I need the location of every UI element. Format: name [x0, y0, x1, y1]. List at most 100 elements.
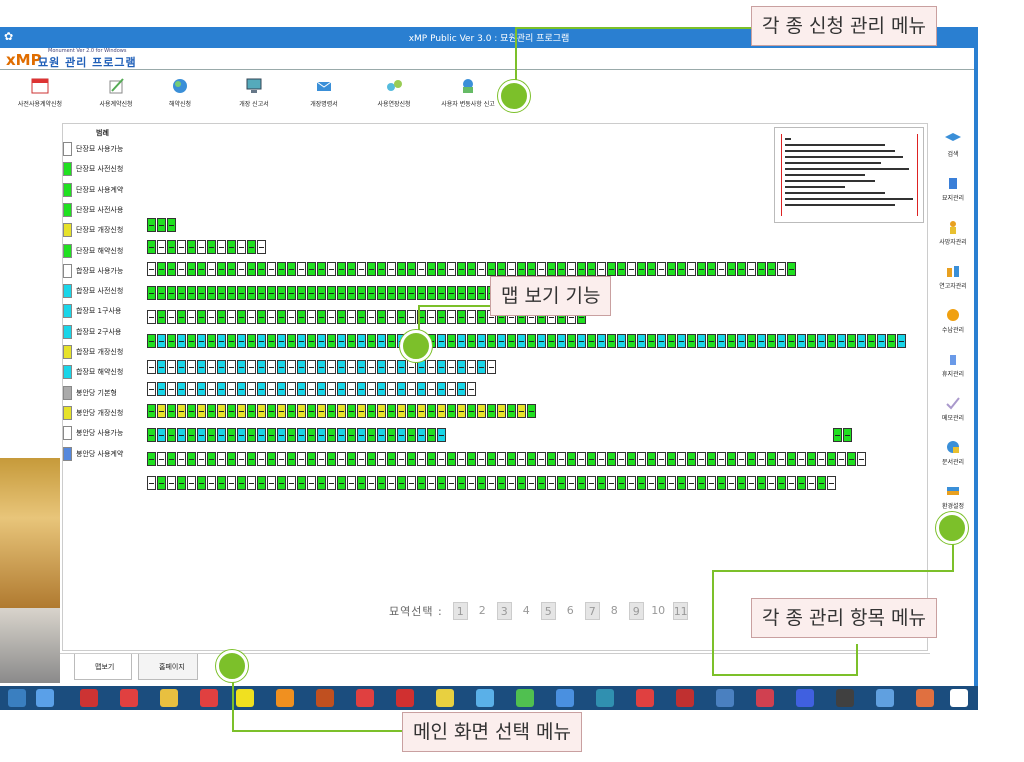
plot-cell[interactable] — [167, 404, 176, 418]
plot-cell[interactable] — [227, 428, 236, 442]
plot-cell[interactable] — [287, 452, 296, 466]
app-icon[interactable] — [120, 689, 138, 707]
plot-cell[interactable] — [227, 382, 236, 396]
plot-cell[interactable] — [197, 334, 206, 348]
folder-icon[interactable] — [160, 689, 178, 707]
plot-cell[interactable] — [387, 428, 396, 442]
plot-cell[interactable] — [587, 334, 596, 348]
plot-cell[interactable] — [297, 452, 306, 466]
plot-cell[interactable] — [277, 286, 286, 300]
plot-cell[interactable] — [447, 382, 456, 396]
plot-cell[interactable] — [497, 334, 506, 348]
plot-cell[interactable] — [187, 334, 196, 348]
plot-cell[interactable] — [767, 262, 776, 276]
plot-cell[interactable] — [717, 476, 726, 490]
plot-cell[interactable] — [637, 334, 646, 348]
plot-cell[interactable] — [527, 334, 536, 348]
plot-cell[interactable] — [307, 476, 316, 490]
plot-cell[interactable] — [727, 452, 736, 466]
plot-cell[interactable] — [397, 262, 406, 276]
plot-cell[interactable] — [207, 382, 216, 396]
app-icon[interactable] — [950, 689, 968, 707]
plot-cell[interactable] — [237, 428, 246, 442]
plot-cell[interactable] — [587, 452, 596, 466]
plot-cell[interactable] — [217, 382, 226, 396]
plot-cell[interactable] — [367, 476, 376, 490]
plot-cell[interactable] — [347, 286, 356, 300]
plot-cell[interactable] — [597, 334, 606, 348]
plot-cell[interactable] — [827, 334, 836, 348]
plot-cell[interactable] — [577, 262, 586, 276]
plot-cell[interactable] — [577, 334, 586, 348]
page-button[interactable]: 11 — [672, 602, 688, 620]
plot-cell[interactable] — [757, 262, 766, 276]
plot-cell[interactable] — [347, 404, 356, 418]
plot-cell[interactable] — [187, 404, 196, 418]
plot-cell[interactable] — [267, 334, 276, 348]
plot-cell[interactable] — [377, 286, 386, 300]
plot-cell[interactable] — [357, 428, 366, 442]
plot-cell[interactable] — [397, 310, 406, 324]
plot-cell[interactable] — [797, 334, 806, 348]
plot-cell[interactable] — [217, 310, 226, 324]
plot-cell[interactable] — [587, 476, 596, 490]
plot-cell[interactable] — [597, 262, 606, 276]
plot-cell[interactable] — [187, 452, 196, 466]
plot-cell[interactable] — [667, 334, 676, 348]
page-button[interactable]: 4 — [519, 602, 534, 620]
plot-cell[interactable] — [647, 262, 656, 276]
plot-cell[interactable] — [397, 360, 406, 374]
plot-cell[interactable] — [697, 452, 706, 466]
plot-cell[interactable] — [657, 476, 666, 490]
page-button[interactable]: 10 — [651, 602, 666, 620]
plot-cell[interactable] — [267, 428, 276, 442]
plot-cell[interactable] — [187, 262, 196, 276]
plot-cell[interactable] — [657, 452, 666, 466]
plot-cell[interactable] — [207, 452, 216, 466]
plot-cell[interactable] — [277, 428, 286, 442]
plot-cell[interactable] — [827, 452, 836, 466]
plot-cell[interactable] — [527, 404, 536, 418]
plot-cell[interactable] — [287, 382, 296, 396]
plot-cell[interactable] — [407, 382, 416, 396]
plot-cell[interactable] — [517, 262, 526, 276]
plot-cell[interactable] — [207, 476, 216, 490]
plot-cell[interactable] — [627, 476, 636, 490]
menu-settings[interactable]: 환경설정 — [932, 484, 974, 510]
plot-cell[interactable] — [347, 476, 356, 490]
plot-cell[interactable] — [437, 334, 446, 348]
plot-cell[interactable] — [307, 360, 316, 374]
plot-cell[interactable] — [437, 310, 446, 324]
plot-cell[interactable] — [237, 360, 246, 374]
plot-cell[interactable] — [357, 476, 366, 490]
plot-cell[interactable] — [337, 476, 346, 490]
plot-cell[interactable] — [467, 452, 476, 466]
plot-cell[interactable] — [477, 310, 486, 324]
plot-cell[interactable] — [277, 360, 286, 374]
plot-cell[interactable] — [647, 452, 656, 466]
plot-cell[interactable] — [447, 452, 456, 466]
plot-cell[interactable] — [277, 404, 286, 418]
plot-cell[interactable] — [287, 334, 296, 348]
plot-cell[interactable] — [337, 286, 346, 300]
plot-cell[interactable] — [327, 382, 336, 396]
plot-cell[interactable] — [157, 218, 166, 232]
plot-cell[interactable] — [177, 382, 186, 396]
plot-cell[interactable] — [277, 262, 286, 276]
plot-cell[interactable] — [627, 262, 636, 276]
plot-cell[interactable] — [437, 428, 446, 442]
plot-cell[interactable] — [447, 310, 456, 324]
plot-cell[interactable] — [267, 360, 276, 374]
plot-cell[interactable] — [747, 262, 756, 276]
plot-cell[interactable] — [607, 476, 616, 490]
plot-cell[interactable] — [177, 476, 186, 490]
app-icon[interactable] — [876, 689, 894, 707]
plot-cell[interactable] — [467, 262, 476, 276]
plot-cell[interactable] — [297, 286, 306, 300]
plot-cell[interactable] — [537, 262, 546, 276]
plot-cell[interactable] — [337, 310, 346, 324]
plot-cell[interactable] — [457, 360, 466, 374]
plot-cell[interactable] — [487, 404, 496, 418]
plot-cell[interactable] — [247, 360, 256, 374]
plot-cell[interactable] — [627, 452, 636, 466]
